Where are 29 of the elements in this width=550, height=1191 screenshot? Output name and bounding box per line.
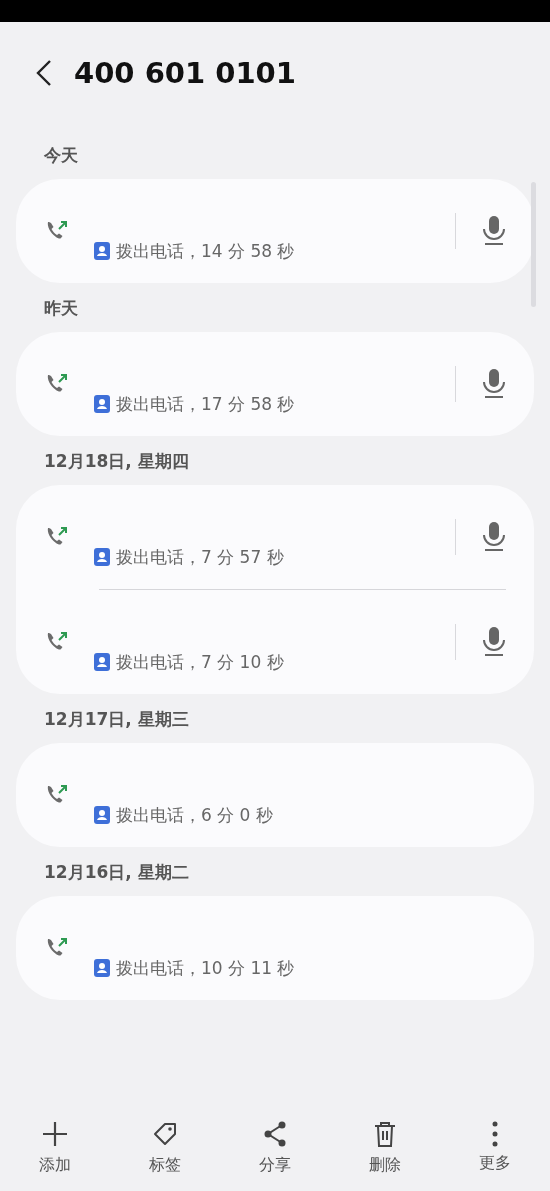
toolbar-button[interactable]: 标签	[125, 1118, 205, 1176]
call-detail: 拨出电话，17 分 58 秒	[116, 392, 295, 416]
toolbar-button[interactable]: 删除	[345, 1118, 425, 1176]
date-heading: 12月17日, 星期三	[43, 708, 190, 731]
call-detail: 拨出电话，7 分 10 秒	[116, 650, 284, 674]
toolbar-button[interactable]: 更多	[455, 1120, 535, 1174]
toolbar-button[interactable]: 分享	[235, 1118, 315, 1176]
date-heading: 12月18日, 星期四	[43, 450, 190, 473]
microphone-icon[interactable]	[482, 215, 506, 247]
microphone-icon[interactable]	[482, 521, 506, 553]
contact-icon	[94, 395, 110, 413]
microphone-icon[interactable]	[482, 368, 506, 400]
call-detail: 拨出电话，10 分 11 秒	[116, 956, 295, 980]
contact-icon	[94, 548, 110, 566]
back-icon[interactable]	[36, 59, 52, 87]
date-heading: 12月16日, 星期二	[43, 861, 190, 884]
contact-icon	[94, 653, 110, 671]
date-heading: 今天	[43, 144, 79, 167]
toolbar-button[interactable]: 添加	[15, 1118, 95, 1176]
call-detail: 拨出电话，14 分 58 秒	[116, 239, 295, 263]
contact-icon	[94, 959, 110, 977]
contact-icon	[94, 242, 110, 260]
contact-icon	[94, 806, 110, 824]
phone-number-title: 400 601 0101	[74, 56, 296, 90]
more-icon	[492, 1120, 498, 1147]
date-heading: 昨天	[43, 297, 79, 320]
call-detail: 拨出电话，6 分 0 秒	[116, 803, 273, 827]
call-detail: 拨出电话，7 分 57 秒	[116, 545, 284, 569]
microphone-icon[interactable]	[482, 626, 506, 658]
